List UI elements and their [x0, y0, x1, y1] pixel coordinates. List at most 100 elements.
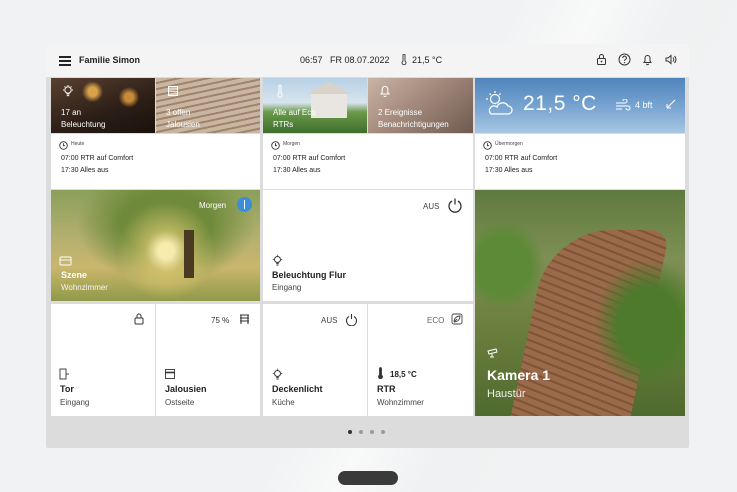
- lighting-count: 17 an: [61, 108, 82, 117]
- schedule-today[interactable]: Heute 07:00 RTR auf Comfort 17:30 Alles …: [51, 134, 260, 189]
- lighting-summary-tile[interactable]: 17 an Beleuchtung: [51, 78, 155, 133]
- lock-icon[interactable]: [595, 53, 608, 66]
- light-flur-tile[interactable]: AUS Beleuchtung Flur Eingang: [263, 190, 473, 301]
- schedule-line-2: 17:30 Alles aus: [485, 167, 533, 174]
- thermometer-icon: [277, 84, 283, 98]
- thermostat-tile[interactable]: ECO 18,5 °C RTR Wohnzimmer: [368, 304, 473, 416]
- schedule-day: Übermorgen: [495, 141, 523, 147]
- outside-temperature: 21,5 °C: [399, 54, 442, 65]
- notifications-summary-tile[interactable]: 2 Ereignisse Benachrichtigungen: [368, 78, 473, 133]
- blinds-count: 3 offen: [166, 108, 191, 117]
- scene-title: Szene: [61, 270, 88, 280]
- climate-summary-tile[interactable]: Alle auf Eco RTRs: [263, 78, 367, 133]
- weather-wind: 4 bft: [635, 100, 653, 110]
- house-shape: [311, 92, 347, 118]
- help-icon[interactable]: [618, 53, 631, 66]
- leaf-icon: [451, 313, 463, 325]
- schedule-day: Heute: [71, 141, 85, 147]
- thermostat-status: ECO: [427, 316, 445, 325]
- light-flur-title: Beleuchtung Flur: [272, 270, 346, 280]
- schedule-line-1: 07:00 RTR auf Comfort: [273, 155, 346, 162]
- partly-cloudy-icon: [486, 91, 513, 115]
- outside-temperature-value: 21,5 °C: [412, 54, 443, 65]
- ceiling-light-status: AUS: [321, 316, 338, 325]
- speaker-icon[interactable]: [664, 53, 677, 66]
- bulb-icon: [272, 368, 283, 380]
- wind-icon: [616, 99, 631, 111]
- ceiling-light-tile[interactable]: AUS Deckenlicht Küche: [263, 304, 367, 416]
- climate-label: RTRs: [273, 120, 294, 129]
- hamburger-menu-icon[interactable]: [59, 56, 71, 66]
- bulb-icon: [272, 254, 283, 266]
- notifications-label: Benachrichtigungen: [378, 120, 449, 129]
- bulb-icon: [63, 85, 73, 97]
- schedule-line-2: 17:30 Alles aus: [273, 167, 321, 174]
- blinds-summary-tile[interactable]: 3 offen Jalousien: [156, 78, 260, 133]
- light-flur-subtitle: Eingang: [272, 283, 302, 292]
- blinds-title: Jalousien: [165, 384, 207, 394]
- thermometer-icon: [401, 54, 407, 65]
- scene-icon: [59, 256, 72, 266]
- page-dot[interactable]: [348, 430, 352, 434]
- tree-trunk: [184, 230, 194, 278]
- blind-icon: [165, 369, 175, 379]
- lighting-label: Beleuchtung: [61, 120, 106, 129]
- clock-icon: [483, 141, 492, 150]
- camera-icon: [487, 348, 498, 358]
- weather-temperature: 21,5 °C: [523, 92, 597, 115]
- bell-icon: [380, 85, 390, 98]
- camera-subtitle: Haustür: [487, 388, 526, 400]
- power-icon[interactable]: [447, 197, 463, 213]
- schedule-day: Morgen: [283, 141, 300, 147]
- schedule-tomorrow[interactable]: Morgen 07:00 RTR auf Comfort 17:30 Alles…: [263, 134, 473, 189]
- gate-subtitle: Eingang: [60, 398, 90, 407]
- light-flur-status: AUS: [423, 202, 440, 211]
- blinds-status: 75 %: [211, 316, 230, 325]
- page-indicator[interactable]: [348, 430, 385, 434]
- thermostat-title: RTR: [377, 384, 396, 394]
- blinds-tile[interactable]: 75 % Jalousien Ostseite: [156, 304, 260, 416]
- clock-icon: [271, 141, 280, 150]
- weather-tile[interactable]: 21,5 °C 4 bft: [475, 78, 685, 133]
- page-dot[interactable]: [370, 430, 374, 434]
- thermostat-reading: 18,5 °C: [390, 370, 417, 379]
- schedule-line-2: 17:30 Alles aus: [61, 167, 109, 174]
- schedule-line-1: 07:00 RTR auf Comfort: [485, 155, 558, 162]
- scene-badge-dot[interactable]: [237, 197, 252, 212]
- gate-icon: [59, 368, 69, 380]
- panel-screen: Familie Simon 06:57 FR 08.07.2022 21,5 °…: [46, 44, 689, 448]
- wind-direction-icon: [666, 99, 676, 109]
- clock-date: FR 08.07.2022: [330, 55, 390, 65]
- ceiling-light-subtitle: Küche: [272, 398, 295, 407]
- camera-bush: [595, 260, 685, 390]
- scene-badge: Morgen: [199, 201, 227, 210]
- camera-hedge: [475, 220, 545, 310]
- page-dot[interactable]: [359, 430, 363, 434]
- gate-tile[interactable]: Tor Eingang: [51, 304, 155, 416]
- scene-subtitle: Wohnzimmer: [61, 283, 108, 292]
- device-home-button[interactable]: [338, 471, 398, 485]
- scene-tile[interactable]: Morgen Szene Wohnzimmer: [51, 190, 260, 301]
- power-icon[interactable]: [345, 313, 358, 326]
- roof-shape: [307, 82, 351, 94]
- schedule-line-1: 07:00 RTR auf Comfort: [61, 155, 134, 162]
- camera-title: Kamera 1: [487, 367, 551, 383]
- bell-icon[interactable]: [641, 53, 654, 66]
- lock-icon[interactable]: [133, 313, 145, 325]
- thermostat-subtitle: Wohnzimmer: [377, 398, 424, 407]
- schedule-day-after[interactable]: Übermorgen 07:00 RTR auf Comfort 17:30 A…: [475, 134, 685, 189]
- ceiling-light-title: Deckenlicht: [272, 384, 323, 394]
- page-dot[interactable]: [381, 430, 385, 434]
- clock-time: 06:57: [300, 55, 323, 65]
- clock-icon: [59, 141, 68, 150]
- blind-icon: [240, 314, 249, 324]
- climate-state: Alle auf Eco: [273, 108, 316, 117]
- home-title: Familie Simon: [79, 55, 141, 65]
- blinds-label: Jalousien: [166, 120, 200, 129]
- blinds-subtitle: Ostseite: [165, 398, 195, 407]
- blind-icon: [168, 86, 178, 96]
- top-icons: [595, 53, 677, 66]
- camera-tile[interactable]: Kamera 1 Haustür: [475, 190, 685, 416]
- thermometer-icon: [378, 367, 383, 379]
- gate-title: Tor: [60, 384, 74, 394]
